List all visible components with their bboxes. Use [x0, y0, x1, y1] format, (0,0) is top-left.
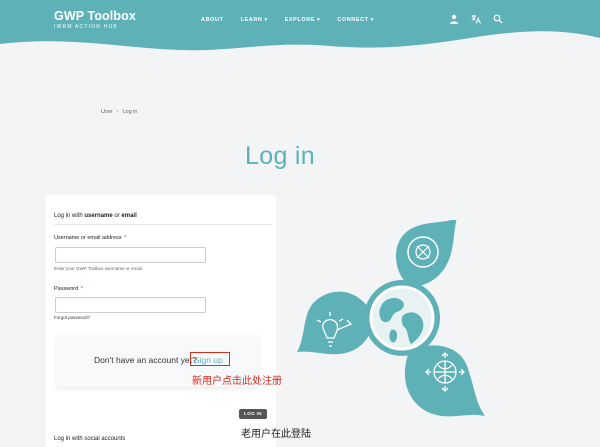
nav-connect[interactable]: CONNECT ▾	[337, 17, 374, 23]
form-heading: Log in with username or email	[54, 213, 137, 219]
site-logo[interactable]: GWP Toolbox IWRM ACTION HUB	[54, 9, 136, 30]
user-icon[interactable]	[449, 14, 459, 24]
new-user-annotation: 新用户点击此处注册	[192, 376, 282, 387]
social-login-heading: Log in with social accounts	[54, 436, 126, 442]
password-label-text: Password	[54, 286, 79, 292]
form-heading-prefix: Log in with	[54, 213, 85, 219]
header-icons	[449, 14, 503, 24]
old-user-annotation: 老用户在此登陆	[241, 429, 311, 440]
site-header: GWP Toolbox IWRM ACTION HUB ABOUT LEARN ▾…	[0, 0, 600, 62]
divider	[54, 224, 272, 225]
breadcrumb-current: Log in	[122, 109, 138, 115]
breadcrumb: User › Log in	[101, 109, 137, 115]
caret-down-icon: ▾	[264, 17, 268, 23]
page-title: Log in	[245, 142, 315, 170]
translate-icon[interactable]	[471, 14, 481, 24]
brand-name: GWP Toolbox	[54, 9, 136, 23]
nav-label: ABOUT	[201, 17, 224, 23]
login-button[interactable]: LOG IN	[239, 409, 267, 419]
nav-learn[interactable]: LEARN ▾	[241, 17, 268, 23]
iwrm-illustration	[297, 220, 485, 417]
form-heading-username: username	[84, 213, 113, 219]
nav-about[interactable]: ABOUT	[201, 17, 224, 23]
nav-label: CONNECT	[337, 17, 369, 23]
password-input[interactable]	[55, 297, 206, 313]
caret-down-icon: ▾	[370, 17, 374, 23]
username-hint: Enter your GWP Toolbox username or email…	[54, 266, 144, 271]
breadcrumb-separator: ›	[116, 109, 119, 115]
username-label-text: Username or email address	[54, 235, 122, 241]
required-mark: *	[124, 235, 127, 241]
username-input[interactable]	[55, 247, 206, 263]
nav-explore[interactable]: EXPLORE ▾	[285, 17, 321, 23]
nav-label: EXPLORE	[284, 17, 316, 23]
top-droplet-shape	[396, 220, 457, 286]
nav-label: LEARN	[240, 17, 263, 23]
caret-down-icon: ▾	[317, 17, 321, 23]
password-label: Password *	[54, 286, 83, 292]
form-heading-email: email	[121, 213, 137, 219]
username-label: Username or email address *	[54, 235, 126, 241]
breadcrumb-user[interactable]: User	[101, 109, 113, 115]
brand-tagline: IWRM ACTION HUB	[54, 24, 118, 30]
required-mark: *	[80, 286, 83, 292]
no-account-text: Don't have an account yet?	[94, 355, 197, 365]
main-nav: ABOUT LEARN ▾ EXPLORE ▾ CONNECT ▾	[201, 17, 391, 23]
signup-link[interactable]: Sign up	[190, 352, 230, 366]
left-droplet-shape	[297, 291, 372, 355]
search-icon[interactable]	[493, 14, 503, 24]
forgot-password-link[interactable]: Forgot password?	[54, 315, 90, 320]
